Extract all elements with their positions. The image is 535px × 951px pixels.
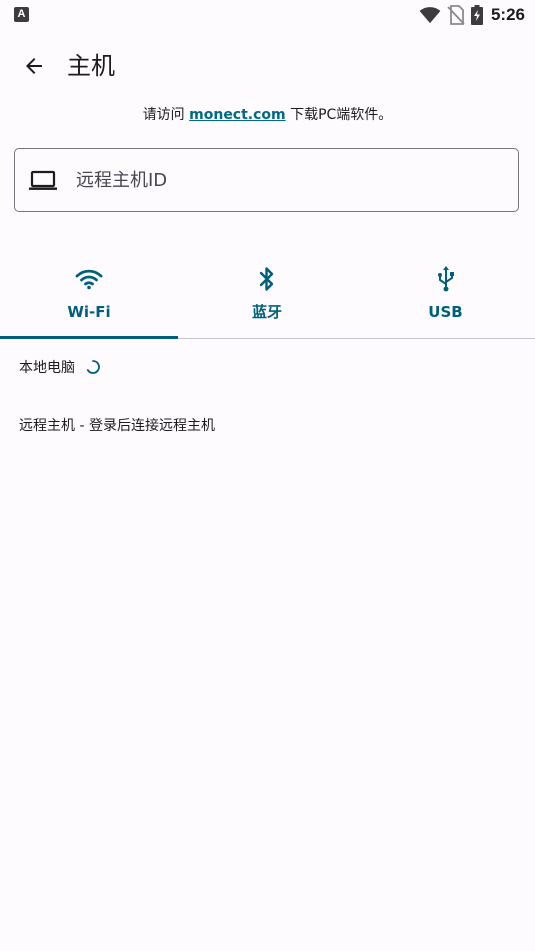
remote-host-id-input[interactable]: 远程主机ID xyxy=(14,148,519,212)
host-id-placeholder: 远程主机ID xyxy=(76,170,168,191)
tab-bluetooth-label: 蓝牙 xyxy=(251,303,282,321)
arrow-back-icon xyxy=(26,58,42,74)
remote-host-item[interactable]: 远程主机 - 登录后连接远程主机 xyxy=(19,416,215,436)
monect-link[interactable]: monect.com xyxy=(189,107,285,123)
connection-tabs: Wi-Fi 蓝牙 USB xyxy=(0,255,535,339)
download-hint: 请访问 monect.com 下载PC端软件。 xyxy=(0,104,535,126)
tab-wifi[interactable]: Wi-Fi xyxy=(0,255,178,339)
back-button[interactable] xyxy=(14,46,54,86)
app-notification-icon: A xyxy=(14,7,29,22)
tab-indicator xyxy=(0,336,178,339)
battery-charging-icon xyxy=(470,5,483,25)
usb-icon xyxy=(437,266,454,292)
tab-bluetooth[interactable]: 蓝牙 xyxy=(178,255,356,338)
tab-usb[interactable]: USB xyxy=(356,255,535,338)
hint-prefix: 请访问 xyxy=(142,107,190,123)
wifi-signal-icon xyxy=(419,7,441,24)
bluetooth-icon xyxy=(259,267,274,291)
hint-suffix: 下载PC端软件。 xyxy=(285,107,393,123)
no-sim-icon xyxy=(447,5,465,25)
wifi-icon xyxy=(75,269,103,290)
status-bar: A 5:26 xyxy=(0,0,535,30)
status-icons: 5:26 xyxy=(419,4,525,26)
status-time: 5:26 xyxy=(490,5,525,24)
loading-spinner-icon xyxy=(86,360,100,374)
app-bar: 主机 xyxy=(0,38,535,96)
tab-wifi-label: Wi-Fi xyxy=(67,303,111,321)
tab-usb-label: USB xyxy=(428,303,463,321)
page-title: 主机 xyxy=(67,52,115,80)
laptop-icon xyxy=(29,170,57,190)
local-pc-item[interactable]: 本地电脑 xyxy=(19,358,75,378)
